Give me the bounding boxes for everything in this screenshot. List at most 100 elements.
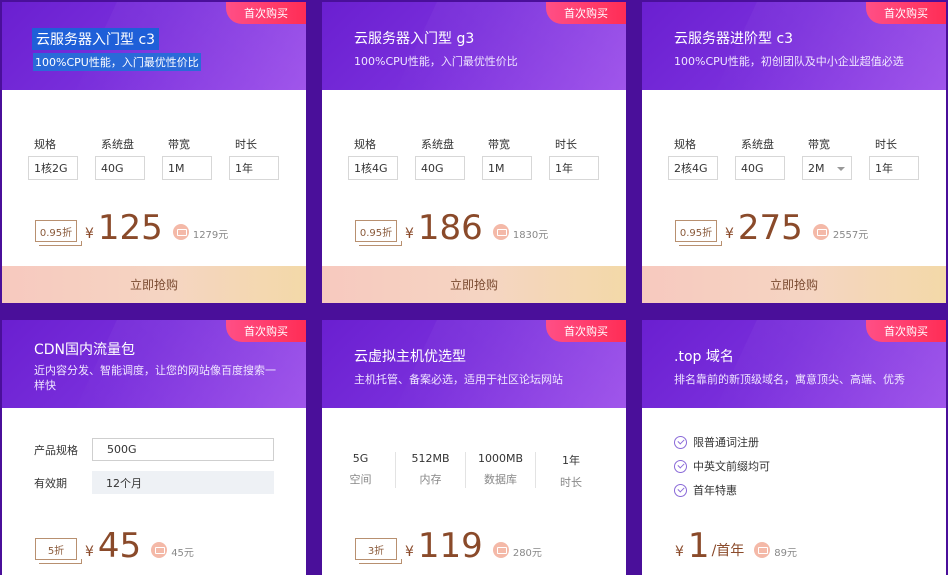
card-header: 首次购买 云虚拟主机优选型 主机托管、备案必选，适用于社区论坛网站 (322, 320, 626, 408)
first-purchase-badge: 首次购买 (866, 2, 946, 24)
original-price: 45元 (171, 548, 194, 559)
discount-tag: 0.95折 (35, 220, 82, 246)
stat-label: 内存 (419, 473, 442, 486)
card-header: 首次购买 云服务器入门型 g3 100%CPU性能，入门最优性价比 (322, 2, 626, 90)
discount-tag: 0.95折 (675, 220, 722, 246)
validity-value: 12个月 (92, 471, 274, 494)
original-price-icon (172, 224, 189, 240)
spec-duration-select[interactable]: 1年 (549, 156, 599, 180)
spec-config-select[interactable]: 1核2G (28, 156, 78, 180)
card-subtitle: 近内容分发、智能调度，让您的网站像百度搜索一样快 (34, 364, 276, 392)
price: 1 (687, 526, 710, 566)
spec-label: 系统盘 (741, 138, 774, 151)
price: 45 (97, 526, 142, 566)
original-price-icon (492, 542, 509, 558)
currency-symbol: ¥ (85, 226, 94, 242)
price-row: 0.95折 ¥ 275 2557元 (675, 210, 868, 246)
spec-label: 规格 (674, 138, 696, 151)
card-title: 云服务器进阶型 c3 (674, 31, 794, 47)
spec-disk-select[interactable]: 40G (415, 156, 465, 180)
feature-text: 中英文前缀均可 (693, 460, 770, 473)
spec-duration-select[interactable]: 1年 (869, 156, 919, 180)
price-unit: /首年 (711, 543, 745, 559)
host-stats: 5G 空间 512MB 内存 1000MB 数据库 1年 时长 (326, 452, 606, 489)
feature-item: 首年特惠 (674, 478, 770, 502)
card-header: 首次购买 .top 域名 排名靠前的新顶级域名，寓意顶尖、高端、优秀 (642, 320, 946, 408)
original-price-icon (812, 224, 829, 240)
form-label: 产品规格 (34, 443, 78, 457)
currency-symbol: ¥ (725, 226, 734, 242)
card-subtitle: 100%CPU性能，初创团队及中小企业超值必选 (674, 55, 904, 68)
product-spec-input[interactable]: 500G (92, 438, 274, 461)
currency-symbol: ¥ (405, 226, 414, 242)
original-price-icon (151, 542, 168, 558)
card-subtitle: 主机托管、备案必选，适用于社区论坛网站 (354, 373, 563, 386)
spec-label: 规格 (354, 138, 376, 151)
card-header: 首次购买 云服务器进阶型 c3 100%CPU性能，初创团队及中小企业超值必选 (642, 2, 946, 90)
card-title: 云虚拟主机优选型 (354, 349, 466, 365)
discount-tag: 5折 (35, 538, 82, 564)
buy-now-button[interactable]: 立即抢购 (2, 266, 306, 303)
product-card-virtual-host: 首次购买 云虚拟主机优选型 主机托管、备案必选，适用于社区论坛网站 5G 空间 5… (322, 320, 626, 575)
feature-item: 中英文前缀均可 (674, 454, 770, 478)
currency-symbol: ¥ (85, 544, 94, 560)
original-price: 1279元 (192, 230, 229, 241)
check-circle-icon (674, 435, 687, 449)
original-price: 89元 (774, 548, 798, 559)
spec-bandwidth-value: 2M (808, 161, 825, 175)
first-purchase-badge: 首次购买 (546, 320, 626, 342)
product-card-c3-advanced: 首次购买 云服务器进阶型 c3 100%CPU性能，初创团队及中小企业超值必选 … (642, 2, 946, 303)
card-header: 首次购买 CDN国内流量包 近内容分发、智能调度，让您的网站像百度搜索一样快 (2, 320, 306, 408)
card-title: 云服务器入门型 c3 (32, 28, 160, 50)
chevron-down-icon (837, 167, 845, 171)
feature-list: 限普通词注册 中英文前缀均可 首年特惠 (674, 430, 770, 502)
product-card-c3-entry: 首次购买 云服务器入门型 c3 100%CPU性能，入门最优性价比 规格 1核2G… (2, 2, 306, 303)
price-row: ¥ 1 /首年 89元 (675, 528, 797, 564)
original-price-icon (754, 542, 771, 558)
check-circle-icon (674, 483, 687, 497)
buy-now-button[interactable]: 立即抢购 (642, 266, 946, 303)
product-card-g3-entry: 首次购买 云服务器入门型 g3 100%CPU性能，入门最优性价比 规格 1核4G… (322, 2, 626, 303)
spec-config-select[interactable]: 2核4G (668, 156, 718, 180)
spec-bandwidth-select[interactable]: 1M (162, 156, 212, 180)
spec-selector: 规格 1核2G 系统盘 40G 带宽 1M 时长 1年 (28, 136, 279, 180)
stat-value: 512MB (411, 452, 450, 465)
currency-symbol: ¥ (405, 544, 414, 560)
price-row: 5折 ¥ 45 45元 (35, 528, 194, 564)
form-row-spec: 产品规格 500G (34, 438, 274, 461)
price-row: 3折 ¥ 119 280元 (355, 528, 542, 564)
card-subtitle: 100%CPU性能，入门最优性价比 (33, 53, 201, 71)
card-title: CDN国内流量包 (34, 342, 136, 358)
original-price: 2557元 (832, 230, 869, 241)
form-label: 有效期 (34, 476, 67, 490)
feature-item: 限普通词注册 (674, 430, 770, 454)
buy-now-button[interactable]: 立即抢购 (322, 266, 626, 303)
stat-value: 5G (352, 452, 369, 465)
feature-text: 首年特惠 (693, 484, 737, 497)
stat-label: 空间 (349, 473, 372, 486)
discount-tag: 3折 (355, 538, 402, 564)
price-row: 0.95折 ¥ 186 1830元 (355, 210, 548, 246)
spec-bandwidth-select[interactable]: 1M (482, 156, 532, 180)
first-purchase-badge: 首次购买 (546, 2, 626, 24)
product-card-top-domain: 首次购买 .top 域名 排名靠前的新顶级域名，寓意顶尖、高端、优秀 限普通词注… (642, 320, 946, 575)
feature-text: 限普通词注册 (693, 436, 759, 449)
spec-disk-select[interactable]: 40G (95, 156, 145, 180)
spec-config-select[interactable]: 1核4G (348, 156, 398, 180)
check-circle-icon (674, 459, 687, 473)
card-header: 首次购买 云服务器入门型 c3 100%CPU性能，入门最优性价比 (2, 2, 306, 90)
original-price: 280元 (512, 548, 542, 559)
spec-duration-select[interactable]: 1年 (229, 156, 279, 180)
spec-label: 带宽 (168, 138, 190, 151)
card-subtitle: 排名靠前的新顶级域名，寓意顶尖、高端、优秀 (674, 373, 905, 386)
spec-label: 系统盘 (421, 138, 454, 151)
spec-label: 时长 (875, 138, 897, 151)
first-purchase-badge: 首次购买 (226, 2, 306, 24)
first-purchase-badge: 首次购买 (226, 320, 306, 342)
stat-space: 5G 空间 (326, 452, 396, 488)
price: 186 (417, 208, 483, 248)
spec-bandwidth-select[interactable]: 2M (802, 156, 852, 180)
card-title: .top 域名 (674, 349, 734, 365)
spec-disk-select[interactable]: 40G (735, 156, 785, 180)
spec-label: 带宽 (808, 138, 830, 151)
